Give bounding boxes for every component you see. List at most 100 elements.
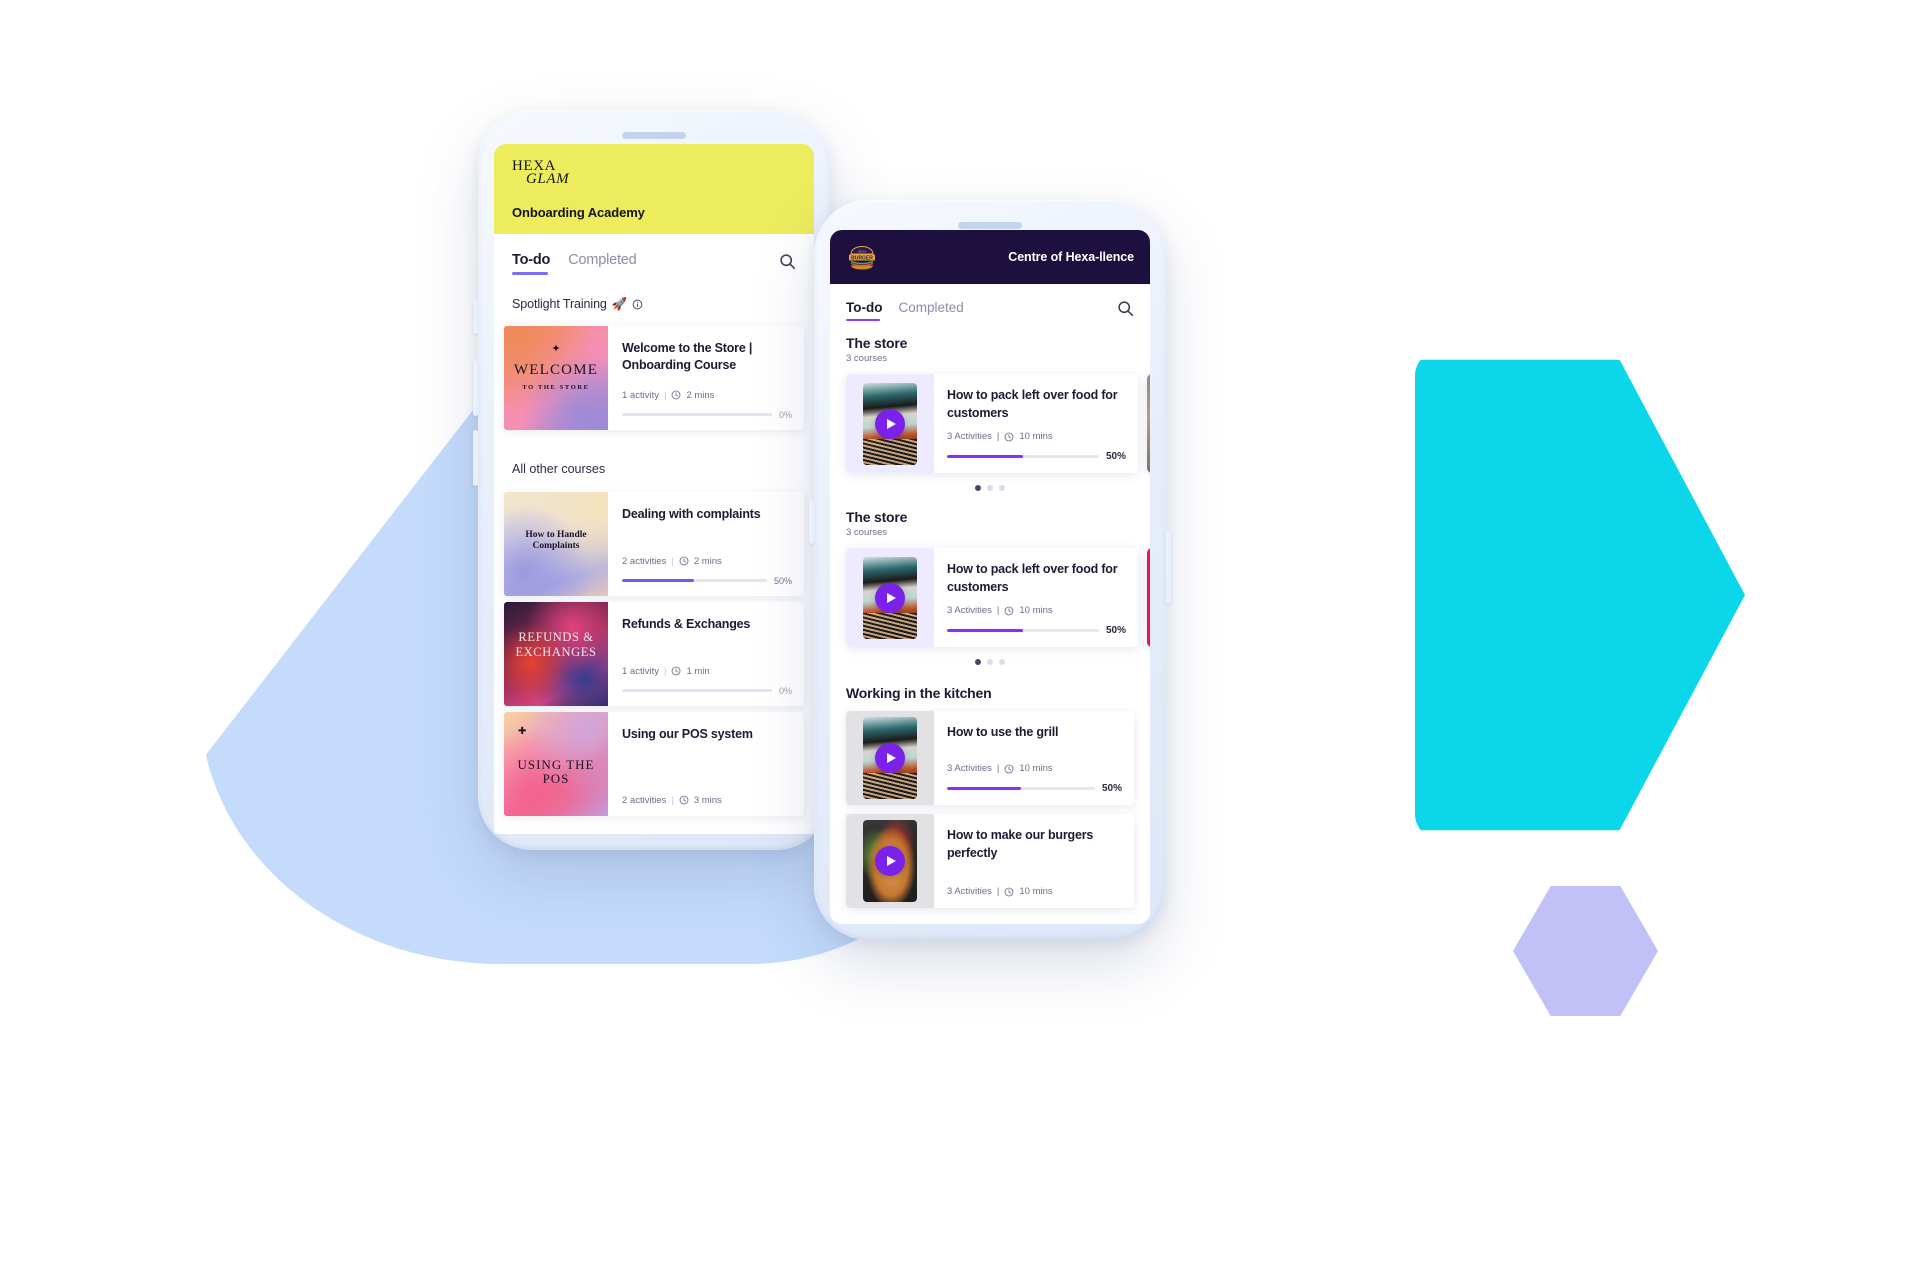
meta-separator: | [996, 763, 1000, 774]
course-card-pos[interactable]: ✚ USING THE POS Using our POS system 2 a… [504, 711, 804, 816]
course-meta: 2 activities | 2 mins [622, 548, 792, 567]
course-card-make-burgers[interactable]: How to make our burgers perfectly 3 Acti… [846, 814, 1134, 908]
course-title: Using our POS system [622, 726, 753, 741]
course-body: Refunds & Exchanges 1 activity | 1 min 0… [608, 602, 804, 706]
course-title: How to pack left over food for customers [947, 562, 1118, 594]
group-title: Working in the kitchen [846, 685, 992, 701]
thumb-caption: USING THE POS [517, 756, 595, 786]
course-card-peek[interactable] [1147, 548, 1150, 647]
course-duration: 2 mins [686, 389, 715, 401]
phone-volume-up-button[interactable] [473, 360, 478, 416]
phone-power-button[interactable] [1166, 530, 1171, 604]
meta-separator: | [996, 886, 1000, 897]
course-duration: 1 min [686, 665, 710, 677]
course-title: Welcome to the Store | Onboarding Course [622, 340, 753, 373]
info-icon[interactable] [632, 299, 643, 310]
course-thumbnail [846, 711, 934, 805]
search-icon[interactable] [1117, 300, 1134, 317]
carousel-dot[interactable] [987, 659, 993, 665]
course-card-welcome[interactable]: ✦ WELCOME TO THE STORE Welcome to the St… [504, 325, 804, 430]
course-meta: 1 activity | 1 min [622, 658, 792, 677]
group-title: The store [846, 335, 908, 351]
tab-completed[interactable]: Completed [568, 252, 637, 275]
carousel-dot-active[interactable] [975, 485, 981, 491]
tab-to-do[interactable]: To-do [846, 300, 882, 321]
clock-icon [1004, 606, 1014, 616]
course-meta: 3 Activities | 10 mins [947, 422, 1126, 442]
course-activities: 2 activities [622, 555, 667, 567]
course-progress: 0% [622, 410, 792, 420]
course-card-refunds[interactable]: REFUNDS & EXCHANGES Refunds & Exchanges … [504, 601, 804, 706]
phone-volume-button[interactable] [809, 500, 814, 544]
play-icon[interactable] [875, 582, 905, 613]
progress-track [622, 413, 772, 417]
course-duration: 10 mins [1019, 886, 1053, 897]
phone-device-hexaglam: HEXA GLAM Onboarding Academy To-do Compl… [473, 110, 835, 850]
play-icon[interactable] [875, 408, 905, 439]
course-carousel[interactable]: How to pack left over food for customers… [830, 548, 1150, 647]
clock-icon [1004, 764, 1014, 774]
course-progress: 50% [947, 625, 1126, 636]
phone-device-hexaburger: BURGER HEXA Centre of Hexa-llence To-do … [809, 200, 1171, 940]
course-card-use-the-grill[interactable]: How to use the grill 3 Activities | 10 m… [846, 711, 1134, 805]
course-thumbnail-complaints: How to Handle Complaints [504, 491, 608, 596]
course-body: Dealing with complaints 2 activities | 2… [608, 492, 804, 596]
meta-separator: | [671, 555, 674, 567]
thumb-caption: WELCOME [513, 361, 599, 378]
course-card-peek[interactable] [1147, 374, 1150, 473]
phone-volume-down-button[interactable] [473, 430, 478, 486]
phone-speaker [622, 132, 686, 139]
meta-separator: | [663, 389, 667, 401]
scene: HEXA GLAM Onboarding Academy To-do Compl… [0, 0, 1920, 1280]
tab-completed[interactable]: Completed [898, 300, 963, 321]
group-working-in-the-kitchen: Working in the kitchen [830, 665, 1150, 711]
group-subtitle: 3 courses [846, 527, 888, 538]
course-card-pack-leftover-2[interactable]: How to pack left over food for customers… [846, 548, 1138, 647]
carousel-dot[interactable] [999, 659, 1005, 665]
course-thumbnail-welcome: ✦ WELCOME TO THE STORE [504, 325, 608, 430]
progress-label: 50% [1105, 625, 1126, 636]
carousel-dot-active[interactable] [975, 659, 981, 665]
course-body: Welcome to the Store | Onboarding Course… [608, 326, 804, 430]
course-title: How to make our burgers perfectly [947, 828, 1094, 860]
thumb-caption: REFUNDS & EXCHANGES [515, 629, 597, 660]
progress-fill [947, 454, 1023, 459]
progress-track [947, 786, 1095, 791]
course-carousel[interactable]: How to pack left over food for customers… [830, 374, 1150, 473]
course-body: How to use the grill 3 Activities | 10 m… [934, 711, 1134, 805]
progress-label: 0% [778, 409, 792, 420]
course-title: How to use the grill [947, 725, 1059, 739]
tab-to-do[interactable]: To-do [512, 252, 550, 275]
hexaburger-logo: BURGER HEXA [846, 243, 878, 271]
progress-label: 50% [1101, 783, 1122, 794]
clock-icon [671, 666, 681, 676]
hexaburger-tabbar: To-do Completed [830, 284, 1150, 321]
course-body: How to pack left over food for customers… [934, 374, 1138, 473]
play-icon[interactable] [875, 743, 905, 773]
course-duration: 3 mins [693, 794, 722, 806]
course-activities: 2 activities [622, 794, 667, 806]
course-title: How to pack left over food for customers [947, 388, 1118, 420]
progress-fill [947, 786, 1021, 791]
course-thumbnail [846, 548, 934, 647]
phone-side-button[interactable] [473, 300, 478, 334]
course-duration: 10 mins [1019, 431, 1053, 442]
course-card-pack-leftover-1[interactable]: How to pack left over food for customers… [846, 374, 1138, 473]
course-body: Using our POS system 2 activities | 3 mi… [608, 712, 804, 816]
course-activities: 3 Activities [947, 605, 992, 616]
progress-fill [947, 628, 1023, 633]
play-icon[interactable] [875, 846, 905, 876]
group-title: The store [846, 509, 908, 525]
course-meta: 3 Activities | 10 mins [947, 596, 1126, 616]
course-progress: 50% [622, 576, 792, 586]
course-card-complaints[interactable]: How to Handle Complaints Dealing with co… [504, 491, 804, 596]
course-meta: 2 activities | 3 mins [622, 787, 792, 806]
progress-label: 50% [1105, 451, 1126, 462]
search-icon[interactable] [779, 253, 796, 270]
progress-track [622, 579, 767, 583]
carousel-dot[interactable] [999, 485, 1005, 491]
carousel-dot[interactable] [987, 485, 993, 491]
course-body: How to make our burgers perfectly 3 Acti… [934, 814, 1134, 908]
course-activities: 1 activity [622, 665, 659, 677]
hexaglam-app-screen: HEXA GLAM Onboarding Academy To-do Compl… [494, 144, 814, 834]
